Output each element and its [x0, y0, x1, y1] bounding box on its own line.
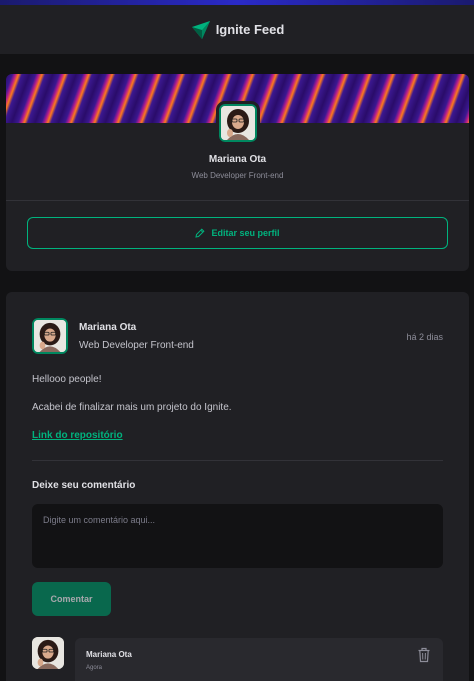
post-author-avatar[interactable] [29, 315, 71, 357]
pencil-icon [195, 228, 205, 238]
profile-role: Web Developer Front-end [191, 171, 284, 180]
profile-sidebar: Mariana Ota Web Developer Front-end Edit… [6, 74, 469, 271]
comment-author-name: Mariana Ota [86, 650, 132, 659]
post-author-name: Mariana Ota [79, 322, 137, 333]
comment-timestamp: Agora [86, 665, 103, 671]
trash-icon[interactable] [417, 647, 431, 663]
post-divider [32, 460, 443, 461]
repository-link[interactable]: Link do repositório [32, 430, 123, 441]
profile-avatar [216, 101, 260, 145]
profile-name: Mariana Ota [208, 154, 267, 165]
post: Mariana Ota Web Developer Front-end há 2… [6, 292, 469, 681]
app-header: Ignite Feed [0, 5, 474, 54]
edit-profile-button[interactable]: Editar seu perfil [27, 217, 448, 249]
post-paragraph: Acabei de finalizar mais um projeto do I… [32, 402, 232, 413]
post-timestamp: há 2 dias [406, 332, 443, 342]
comment-input[interactable] [32, 504, 443, 568]
comment-form-label: Deixe seu comentário [32, 480, 136, 491]
comment-author-avatar[interactable] [32, 637, 64, 669]
ignite-logo-icon [191, 20, 210, 39]
comment: Mariana Ota Agora [75, 638, 443, 681]
profile-divider [6, 200, 469, 201]
edit-profile-label: Editar seu perfil [211, 228, 280, 238]
submit-comment-button[interactable]: Comentar [32, 582, 111, 616]
post-paragraph: Hellooo people! [32, 374, 102, 385]
app-title: Ignite Feed [215, 22, 285, 37]
post-author-role: Web Developer Front-end [79, 340, 194, 351]
